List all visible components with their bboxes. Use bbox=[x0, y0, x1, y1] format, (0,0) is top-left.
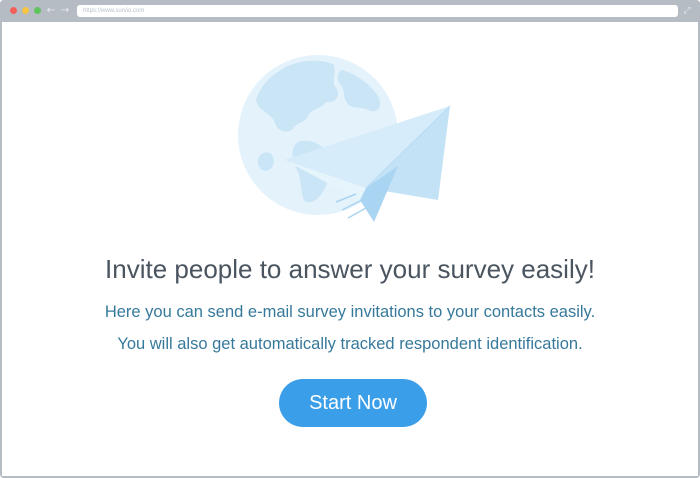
page-headline: Invite people to answer your survey easi… bbox=[105, 254, 595, 284]
arrow-left-icon[interactable]: ← bbox=[46, 4, 56, 18]
browser-window: ← → https://www.survio.com ⤢ Invite peop… bbox=[0, 0, 700, 478]
address-bar[interactable]: https://www.survio.com bbox=[77, 5, 678, 17]
address-bar-url: https://www.survio.com bbox=[83, 8, 145, 14]
maximize-window-button[interactable] bbox=[34, 7, 41, 14]
description-line-1: Here you can send e-mail survey invitati… bbox=[104, 303, 596, 321]
arrow-right-icon[interactable]: → bbox=[60, 4, 70, 18]
expand-icon[interactable]: ⤢ bbox=[682, 4, 692, 18]
description-line-2: You will also get automatically tracked … bbox=[117, 335, 583, 353]
globe-paper-plane-illustration bbox=[238, 55, 451, 222]
minimize-window-button[interactable] bbox=[22, 7, 29, 14]
browser-titlebar: ← → https://www.survio.com ⤢ bbox=[0, 0, 700, 22]
start-now-button[interactable]: Start Now bbox=[279, 379, 427, 427]
page-content: Invite people to answer your survey easi… bbox=[2, 22, 698, 476]
close-window-button[interactable] bbox=[10, 7, 17, 14]
